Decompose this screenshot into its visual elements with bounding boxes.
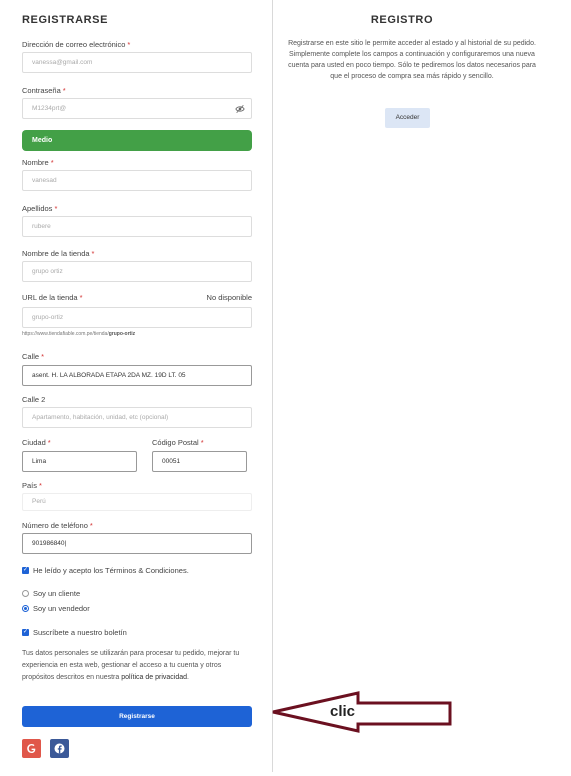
- country-select[interactable]: Perú: [22, 493, 252, 511]
- facebook-login-button[interactable]: [50, 739, 69, 758]
- login-button[interactable]: Acceder: [385, 108, 430, 128]
- radio-vendor[interactable]: [22, 605, 29, 612]
- password-label: Contraseña *: [22, 86, 66, 95]
- city-field[interactable]: Lima: [22, 451, 137, 472]
- postal-label: Código Postal *: [152, 438, 204, 447]
- register-title: REGISTRARSE: [22, 14, 109, 26]
- store-name-field[interactable]: grupo ortiz: [22, 261, 252, 282]
- password-value: M1234prt@: [32, 105, 67, 112]
- street-field[interactable]: asent. H. LA ALBORADA ETAPA 2DA MZ. 19D …: [22, 365, 252, 386]
- first-name-field[interactable]: vanesad: [22, 170, 252, 191]
- newsletter-label: Suscríbete a nuestro boletín: [33, 628, 127, 637]
- last-name-label: Apellidos *: [22, 204, 58, 213]
- privacy-notice: Tus datos personales se utilizarán para …: [22, 650, 240, 681]
- annotation-label: clic: [330, 703, 356, 720]
- phone-label: Número de teléfono *: [22, 521, 93, 530]
- radio-vendor-label: Soy un vendedor: [33, 604, 90, 613]
- eye-slash-icon[interactable]: [235, 104, 245, 114]
- store-url-label: URL de la tienda *: [22, 293, 83, 302]
- city-label: Ciudad *: [22, 438, 51, 447]
- store-url-status: No disponible: [206, 293, 252, 302]
- annotation-arrow-icon: [272, 691, 452, 733]
- register-button[interactable]: Registrarse: [22, 706, 252, 727]
- street2-field[interactable]: Apartamento, habitación, unidad, etc (op…: [22, 407, 252, 428]
- login-title: REGISTRO: [370, 14, 434, 26]
- privacy-policy-link[interactable]: política de privacidad: [121, 674, 187, 681]
- terms-label: He leído y acepto los Términos & Condici…: [33, 566, 189, 575]
- radio-client[interactable]: [22, 590, 29, 597]
- store-url-field[interactable]: grupo-ortiz: [22, 307, 252, 328]
- newsletter-checkbox[interactable]: ✓: [22, 629, 29, 636]
- first-name-label: Nombre *: [22, 158, 54, 167]
- phone-field[interactable]: 901986840|: [22, 533, 252, 554]
- register-panel: REGISTRARSE Dirección de correo electrón…: [0, 0, 272, 776]
- facebook-icon: [54, 743, 65, 754]
- login-panel: REGISTRO Registrarse en este sitio le pe…: [273, 0, 571, 776]
- login-description: Registrarse en este sitio le permite acc…: [288, 40, 536, 80]
- store-name-label: Nombre de la tienda *: [22, 249, 95, 258]
- last-name-field[interactable]: rubere: [22, 216, 252, 237]
- store-url-hint: https://www.tiendafiable.com.pe/tienda/g…: [22, 331, 136, 337]
- password-strength-meter: Medio: [22, 130, 252, 151]
- google-icon: [27, 744, 36, 753]
- email-label: Dirección de correo electrónico *: [22, 40, 131, 49]
- street2-label: Calle 2: [22, 395, 46, 404]
- country-label: País *: [22, 481, 42, 490]
- email-field[interactable]: vanessa@gmail.com: [22, 52, 252, 73]
- google-login-button[interactable]: [22, 739, 41, 758]
- password-field[interactable]: M1234prt@: [22, 98, 252, 119]
- postal-field[interactable]: 00051: [152, 451, 247, 472]
- radio-client-label: Soy un cliente: [33, 589, 81, 598]
- checkbox-checked-icon[interactable]: ✓: [22, 567, 29, 574]
- street-label: Calle *: [22, 352, 45, 361]
